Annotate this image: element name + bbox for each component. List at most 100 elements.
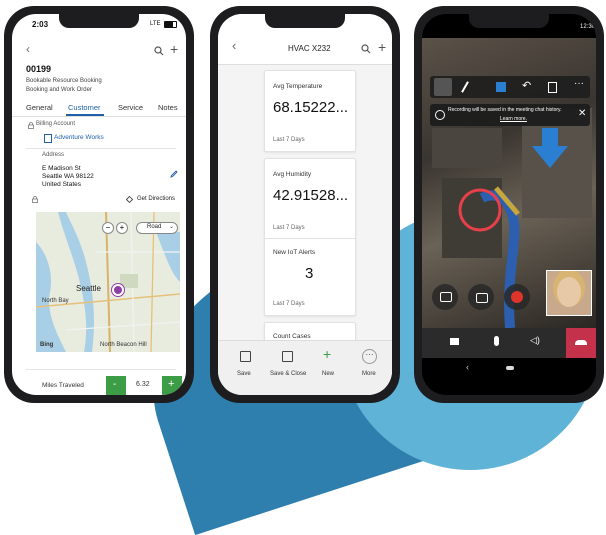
color-swatch[interactable] xyxy=(496,82,506,92)
metric-card-temperature[interactable]: Avg Temperature 68.15222... Last 7 Days xyxy=(264,70,356,152)
map-credit: Bing xyxy=(40,342,54,348)
lock-icon xyxy=(28,122,34,129)
metric-footer: Last 7 Days xyxy=(273,137,305,143)
tab-bar: General Customer Service Notes xyxy=(12,100,186,117)
tab-service[interactable]: Service xyxy=(118,103,143,112)
chat-icon xyxy=(440,292,452,302)
divider xyxy=(26,369,176,370)
search-icon[interactable] xyxy=(154,46,164,56)
more-button-label[interactable]: More xyxy=(362,371,376,377)
save-close-button-label[interactable]: Save & Close xyxy=(270,371,306,377)
address-line-2: Seattle WA 98122 xyxy=(42,173,94,180)
metric-footer: Last 7 Days xyxy=(273,301,305,307)
more-icon[interactable]: ··· xyxy=(574,78,584,89)
phone-notch xyxy=(59,14,139,28)
pen-tool-icon[interactable] xyxy=(461,81,469,93)
add-icon[interactable]: + xyxy=(378,39,386,55)
record-form[interactable]: Booking and Work Order xyxy=(26,87,92,93)
hvac-screen: ‹ HVAC X232 + Avg Temperature 68.15222..… xyxy=(218,14,392,395)
save-close-icon[interactable] xyxy=(282,351,293,362)
phone-booking: 2:03 LTE ‹ + 00199 Bookable Resource Boo… xyxy=(4,6,194,403)
address-label: Address xyxy=(42,152,65,158)
battery-icon xyxy=(164,21,177,28)
hang-up-button[interactable] xyxy=(566,328,596,358)
phone-hvac: ‹ HVAC X232 + Avg Temperature 68.15222..… xyxy=(210,6,400,403)
account-icon xyxy=(44,134,52,143)
lock-icon xyxy=(32,196,38,203)
billing-account-link[interactable]: Adventure Works xyxy=(54,134,104,141)
booking-screen: 2:03 LTE ‹ + 00199 Bookable Resource Boo… xyxy=(12,14,186,395)
tab-notes[interactable]: Notes xyxy=(158,103,178,112)
get-directions-button[interactable]: Get Directions xyxy=(137,196,175,202)
nav-back-icon[interactable]: ‹ xyxy=(466,362,469,372)
map-style-select[interactable]: Road ⌄ xyxy=(136,222,178,234)
recording-banner: Recording will be saved in the meeting c… xyxy=(430,104,590,126)
chat-button[interactable] xyxy=(432,284,458,310)
map-style-value: Road xyxy=(147,224,162,230)
close-icon[interactable]: ✕ xyxy=(578,108,586,119)
info-icon xyxy=(435,110,445,120)
status-network: LTE xyxy=(150,21,161,27)
zoom-out-button[interactable]: − xyxy=(102,222,114,234)
map-label-area-2: North Beacon Hill xyxy=(100,342,147,348)
decrement-label: - xyxy=(113,379,117,390)
save-icon[interactable] xyxy=(240,351,251,362)
new-button-label[interactable]: New xyxy=(322,371,334,377)
status-time: 2:03 xyxy=(32,20,49,29)
page-title: HVAC X232 xyxy=(288,44,331,53)
edit-icon[interactable] xyxy=(170,170,178,178)
map-label-city: Seattle xyxy=(76,284,101,293)
metric-card-humidity[interactable]: Avg Humidity 42.91528... Last 7 Days xyxy=(264,158,356,240)
directions-icon[interactable] xyxy=(126,196,133,203)
chevron-down-icon: ⌄ xyxy=(168,224,174,230)
banner-text: Recording will be saved in the meeting c… xyxy=(448,107,562,113)
hang-up-icon xyxy=(575,340,587,345)
metric-label: New IoT Alerts xyxy=(273,249,316,256)
collapse-tool-button[interactable] xyxy=(434,78,452,96)
banner-link[interactable]: Learn more. xyxy=(500,116,527,122)
save-button-label[interactable]: Save xyxy=(237,371,251,377)
metric-value: 68.15222... xyxy=(273,99,349,116)
home-indicator[interactable] xyxy=(506,366,514,370)
video-icon[interactable] xyxy=(450,338,459,345)
add-icon[interactable]: + xyxy=(170,41,178,57)
zoom-in-button[interactable]: + xyxy=(116,222,128,234)
phone-notch xyxy=(469,14,549,28)
decrement-button[interactable]: - xyxy=(106,376,126,395)
annotation-toolbar: ↶ ··· xyxy=(430,76,590,98)
divider xyxy=(26,148,176,149)
undo-icon[interactable]: ↶ xyxy=(522,79,531,92)
increment-button[interactable]: + xyxy=(162,376,182,395)
metric-label: Count Cases xyxy=(273,333,311,340)
location-pin-icon[interactable] xyxy=(112,284,124,296)
more-icon[interactable]: ··· xyxy=(362,349,377,364)
mic-icon[interactable] xyxy=(494,336,499,346)
snapshot-button[interactable] xyxy=(468,284,494,310)
back-icon[interactable]: ‹ xyxy=(232,38,236,53)
phone-remote-assist: 12:30 ↶ ··· Recording will be saved in t… xyxy=(414,6,604,403)
map[interactable]: − + Road ⌄ Seattle North Bay North Beaco… xyxy=(36,212,180,352)
avatar xyxy=(557,277,581,307)
call-controls: ◁) xyxy=(422,328,596,358)
delete-icon[interactable] xyxy=(548,82,557,93)
miles-value[interactable]: 6.32 xyxy=(136,381,150,388)
billing-label: Billing Account xyxy=(36,121,76,127)
new-icon[interactable]: + xyxy=(323,346,331,362)
address-line-3: United States xyxy=(42,181,82,188)
map-label-area-1: North Bay xyxy=(42,298,69,304)
record-type: Bookable Resource Booking xyxy=(26,78,102,84)
search-icon[interactable] xyxy=(361,44,371,54)
tab-customer[interactable]: Customer xyxy=(68,103,101,112)
speaker-icon[interactable]: ◁) xyxy=(530,335,540,346)
status-time: 12:30 xyxy=(580,24,596,30)
camera-icon xyxy=(476,293,488,303)
metric-label: Avg Temperature xyxy=(273,83,323,90)
command-bar: Save Save & Close + New ··· More xyxy=(218,340,392,395)
record-id: 00199 xyxy=(26,64,52,74)
tab-general[interactable]: General xyxy=(26,103,53,112)
back-icon[interactable]: ‹ xyxy=(26,42,30,56)
metric-card-alerts[interactable]: New IoT Alerts 3 Last 7 Days xyxy=(264,238,356,316)
metric-label: Avg Humidity xyxy=(273,171,312,178)
record-icon xyxy=(511,291,523,303)
record-button[interactable] xyxy=(504,284,530,310)
